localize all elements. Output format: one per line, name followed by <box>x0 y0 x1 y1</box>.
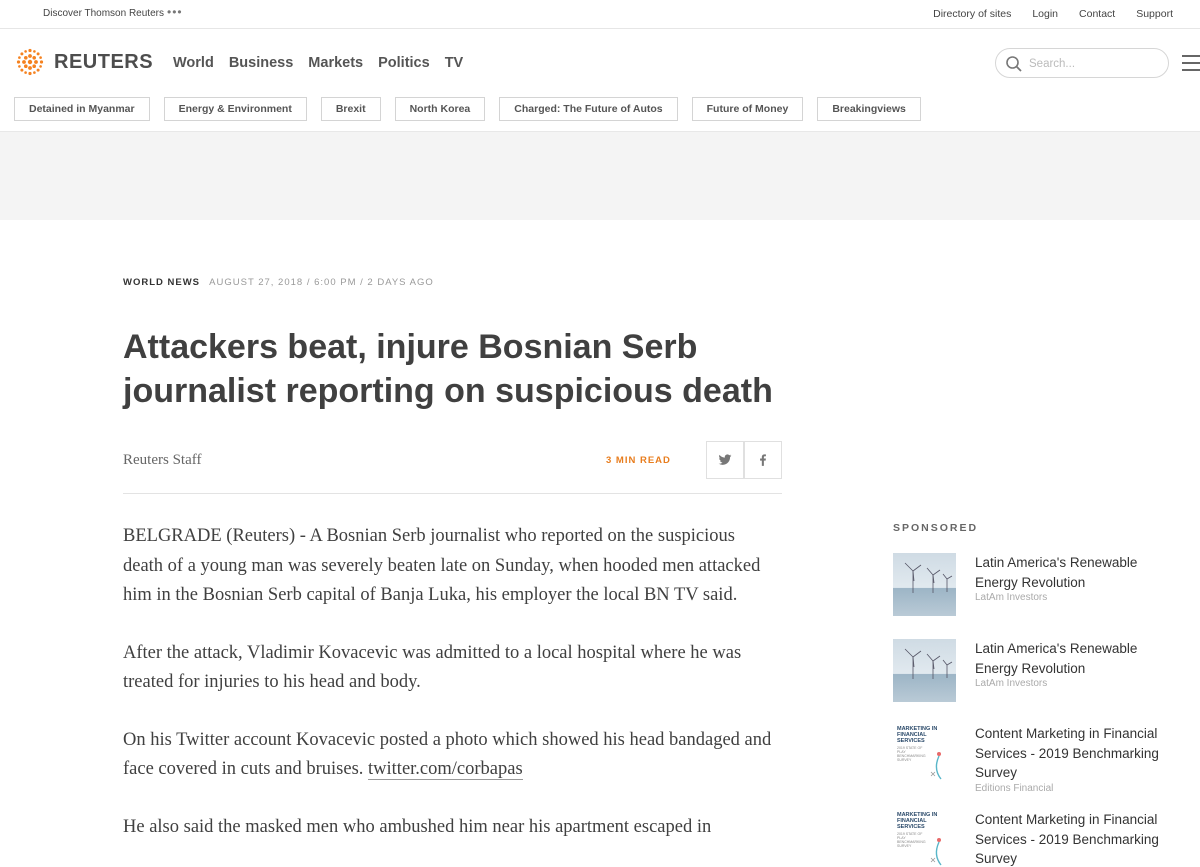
sponsored-source: LatAm Investors <box>975 678 1048 689</box>
nav-business[interactable]: Business <box>229 55 293 71</box>
reuters-wordmark: REUTERS <box>54 50 154 73</box>
sponsored-source: LatAm Investors <box>975 592 1048 603</box>
nav-markets[interactable]: Markets <box>308 55 363 71</box>
topic-breakingviews[interactable]: Breakingviews <box>817 97 921 121</box>
sponsored-title[interactable]: Content Marketing in Financial Services … <box>975 810 1170 867</box>
sponsored-title[interactable]: Latin America's Renewable Energy Revolut… <box>975 639 1170 678</box>
twitter-profile-link[interactable]: twitter.com/corbapas <box>368 759 523 780</box>
article-timestamp: AUGUST 27, 2018 / 6:00 PM / 2 DAYS AGO <box>209 277 434 288</box>
paragraph-1: BELGRADE (Reuters) - A Bosnian Serb jour… <box>123 526 761 605</box>
contact-link[interactable]: Contact <box>1079 8 1115 20</box>
paragraph-2: After the attack, Vladimir Kovacevic was… <box>123 642 742 693</box>
sponsored-source: Editions Financial <box>975 782 1054 794</box>
discover-thomson-reuters-link[interactable]: Discover Thomson Reuters <box>43 8 164 19</box>
sponsored-title[interactable]: Content Marketing in Financial Services … <box>975 724 1170 783</box>
paragraph-3: On his Twitter account Kovacevic posted … <box>123 726 773 785</box>
article-headline: Attackers beat, injure Bosnian Serb jour… <box>123 328 773 410</box>
search-input[interactable] <box>1029 55 1159 72</box>
sponsored-label: SPONSORED <box>893 522 979 534</box>
nav-world[interactable]: World <box>173 55 214 71</box>
sponsored-title[interactable]: Latin America's Renewable Energy Revolut… <box>975 553 1170 592</box>
nav-politics[interactable]: Politics <box>378 55 430 71</box>
wind-turbines-image[interactable] <box>893 639 956 702</box>
topic-brexit[interactable]: Brexit <box>320 97 381 121</box>
twitter-share-button[interactable] <box>706 441 744 479</box>
byline-divider <box>123 493 782 494</box>
ad-banner-area <box>0 131 1200 220</box>
reuters-dots-logo-icon <box>16 48 44 76</box>
topic-detained-in-myanmar[interactable]: Detained in Myanmar <box>14 97 150 121</box>
search-box[interactable] <box>995 48 1169 78</box>
section-menu: World Business Markets Politics TV <box>173 55 463 71</box>
support-link[interactable]: Support <box>1136 8 1173 20</box>
facebook-share-button[interactable] <box>744 441 782 479</box>
section-label[interactable]: WORLD NEWS <box>123 277 200 288</box>
topic-future-of-autos[interactable]: Charged: The Future of Autos <box>499 97 678 121</box>
report-cover-image[interactable]: MARKETING IN FINANCIAL SERVICES 2019 STA… <box>893 724 956 787</box>
trending-topics: Detained in Myanmar Energy & Environment… <box>14 97 921 121</box>
twitter-icon <box>718 454 732 465</box>
hamburger-menu-icon[interactable] <box>1182 55 1200 71</box>
wind-turbines-image[interactable] <box>893 553 956 616</box>
directory-of-sites-link[interactable]: Directory of sites <box>933 8 1011 20</box>
article-kicker: WORLD NEWS AUGUST 27, 2018 / 6:00 PM / 2… <box>123 277 434 288</box>
utility-links: Directory of sites Login Contact Support <box>933 8 1173 20</box>
utility-bar: Discover Thomson Reuters ••• Directory o… <box>0 0 1200 29</box>
facebook-icon <box>760 454 766 466</box>
article-byline[interactable]: Reuters Staff <box>123 452 201 469</box>
search-icon[interactable] <box>1005 55 1023 73</box>
article-body: BELGRADE (Reuters) - A Bosnian Serb jour… <box>123 522 773 867</box>
main-nav: REUTERS World Business Markets Politics … <box>0 29 1200 91</box>
report-cover-image[interactable]: MARKETING IN FINANCIAL SERVICES 2019 STA… <box>893 810 956 867</box>
topic-energy-environment[interactable]: Energy & Environment <box>163 97 307 121</box>
topic-future-of-money[interactable]: Future of Money <box>691 97 804 121</box>
login-link[interactable]: Login <box>1032 8 1058 20</box>
paragraph-4: He also said the masked men who ambushed… <box>123 816 712 837</box>
more-dots-icon[interactable]: ••• <box>167 5 183 19</box>
read-time: 3 MIN READ <box>606 455 671 466</box>
nav-tv[interactable]: TV <box>445 55 464 71</box>
topic-north-korea[interactable]: North Korea <box>394 97 486 121</box>
reuters-logo[interactable]: REUTERS <box>14 46 153 78</box>
